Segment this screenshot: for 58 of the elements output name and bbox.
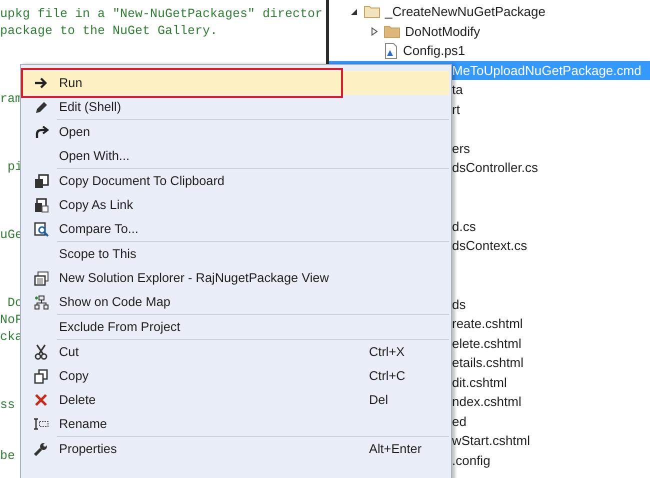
delete-icon [34,393,48,407]
file-name: etails.cshtml [452,355,524,370]
expand-arrow-icon[interactable] [371,26,378,36]
file-name: ds [452,296,466,312]
scissors-icon [34,344,48,360]
menu-item[interactable]: Copy Document To Clipboard [23,169,449,193]
pencil-icon [34,100,48,114]
menu-item[interactable]: Show on Code Map [23,290,449,314]
tree-item-label[interactable]: Config.ps1 [403,43,466,58]
folder-icon [384,24,400,38]
menu-item[interactable]: Properties Alt+Enter [23,437,449,461]
file-name: MeToUploadNuGetPackage.cmd [452,62,642,78]
menu-item[interactable]: Run [23,71,449,95]
copy-link-icon [34,198,48,212]
copy-document-icon [34,174,48,188]
tree-item-label[interactable]: DoNotModify [405,24,480,39]
folder-icon [364,5,380,18]
menu-item[interactable]: Exclude From Project [23,315,449,339]
tree-item-label[interactable]: _CreateNewNuGetPackage [385,4,546,20]
code-line: package to the NuGet Gallery. [0,24,218,38]
code-line: NoF [0,313,23,327]
menu-item[interactable]: Open [23,120,449,144]
menu-item[interactable]: Edit (Shell) [23,95,449,119]
file-name: ed [452,414,466,429]
code-line: be [0,449,16,463]
file-name: wStart.cshtml [452,433,530,448]
file-name: ta [452,82,463,98]
code-line: upkg file in a "New-NuGetPackages" director [0,7,323,21]
file-name: elete.cshtml [452,336,522,351]
window-icon [34,270,48,286]
wrench-icon [34,442,48,456]
file-name: reate.cshtml [452,316,523,332]
file-name: rt [452,102,460,117]
file-name: dsContext.cs [452,238,528,254]
file-name: .config [452,452,490,468]
file-name: ers [452,140,470,156]
menu-item[interactable]: Open With... [23,144,449,168]
collapse-arrow-icon[interactable] [350,8,358,16]
arrow-icon [34,77,48,89]
menu-item[interactable]: Scope to This [23,242,449,266]
file-name: d.cs [452,218,476,234]
menu-item[interactable]: Copy Ctrl+C [23,364,449,388]
code-line: ss [0,398,16,412]
copy-icon [34,368,48,384]
compare-icon [34,222,48,236]
file-name: ndex.cshtml [452,394,522,410]
menu-item[interactable]: Cut Ctrl+X [23,340,449,364]
menu-item[interactable]: New Solution Explorer - RajNugetPackage View [23,266,449,290]
menu-item[interactable]: Delete Del [23,388,449,412]
file-name: dit.cshtml [452,374,507,390]
file-name: dsController.cs [452,160,538,176]
redo-arrow-icon [34,126,48,138]
rename-icon [33,418,49,430]
script-file-icon [384,42,398,59]
code-map-icon [34,294,48,310]
menu-item[interactable]: Copy As Link [23,193,449,217]
menu-item[interactable]: Rename [23,412,449,436]
menu-item[interactable]: Compare To... [23,217,449,241]
